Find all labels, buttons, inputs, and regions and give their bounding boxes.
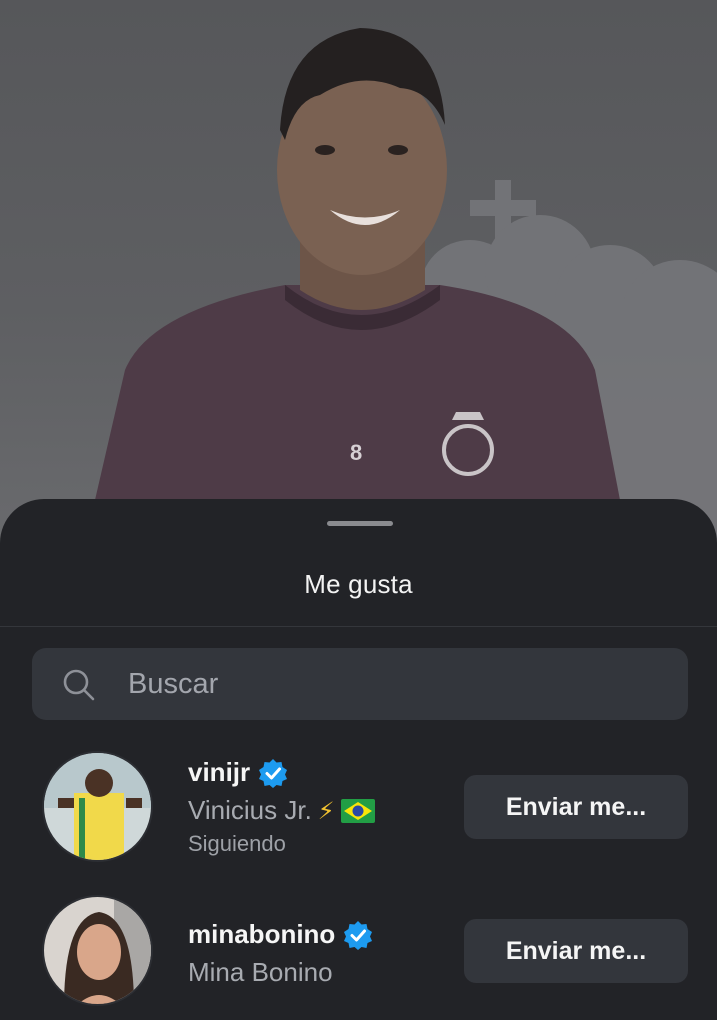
verified-badge-icon — [344, 920, 373, 950]
search-input[interactable] — [128, 648, 668, 720]
header-divider — [0, 626, 717, 627]
verified-badge-icon — [259, 758, 288, 788]
post-photo-background: 8 — [0, 0, 717, 560]
follow-status: Siguiendo — [188, 831, 286, 856]
avatar[interactable] — [42, 895, 153, 1006]
full-name: Vinicius Jr. — [188, 795, 312, 825]
sheet-title: Me gusta — [304, 569, 413, 599]
user-row-minabonino[interactable]: minabonino Mina Bonino Enviar me... — [0, 895, 717, 1015]
username[interactable]: minabonino — [188, 919, 335, 950]
username[interactable]: vinijr — [188, 757, 250, 788]
likes-bottom-sheet: Me gusta vinijr — [0, 499, 717, 1020]
send-message-button[interactable]: Enviar me... — [464, 919, 688, 983]
sheet-grabber-handle[interactable] — [327, 521, 393, 526]
send-message-button[interactable]: Enviar me... — [464, 775, 688, 839]
search-bar[interactable] — [32, 648, 688, 720]
full-name-line: Vinicius Jr. ⚡ — [188, 795, 375, 826]
player-photo — [95, 28, 717, 560]
full-name: Mina Bonino — [188, 957, 333, 987]
jersey-number: 8 — [350, 440, 363, 465]
full-name-line: Mina Bonino — [188, 957, 333, 988]
brazil-flag-icon — [340, 798, 375, 823]
lightning-emoji: ⚡ — [317, 796, 335, 825]
user-row-vinijr[interactable]: vinijr Vinicius Jr. ⚡ Siguiendo Enviar m… — [0, 751, 717, 871]
search-icon — [63, 669, 95, 701]
avatar[interactable] — [42, 751, 153, 862]
